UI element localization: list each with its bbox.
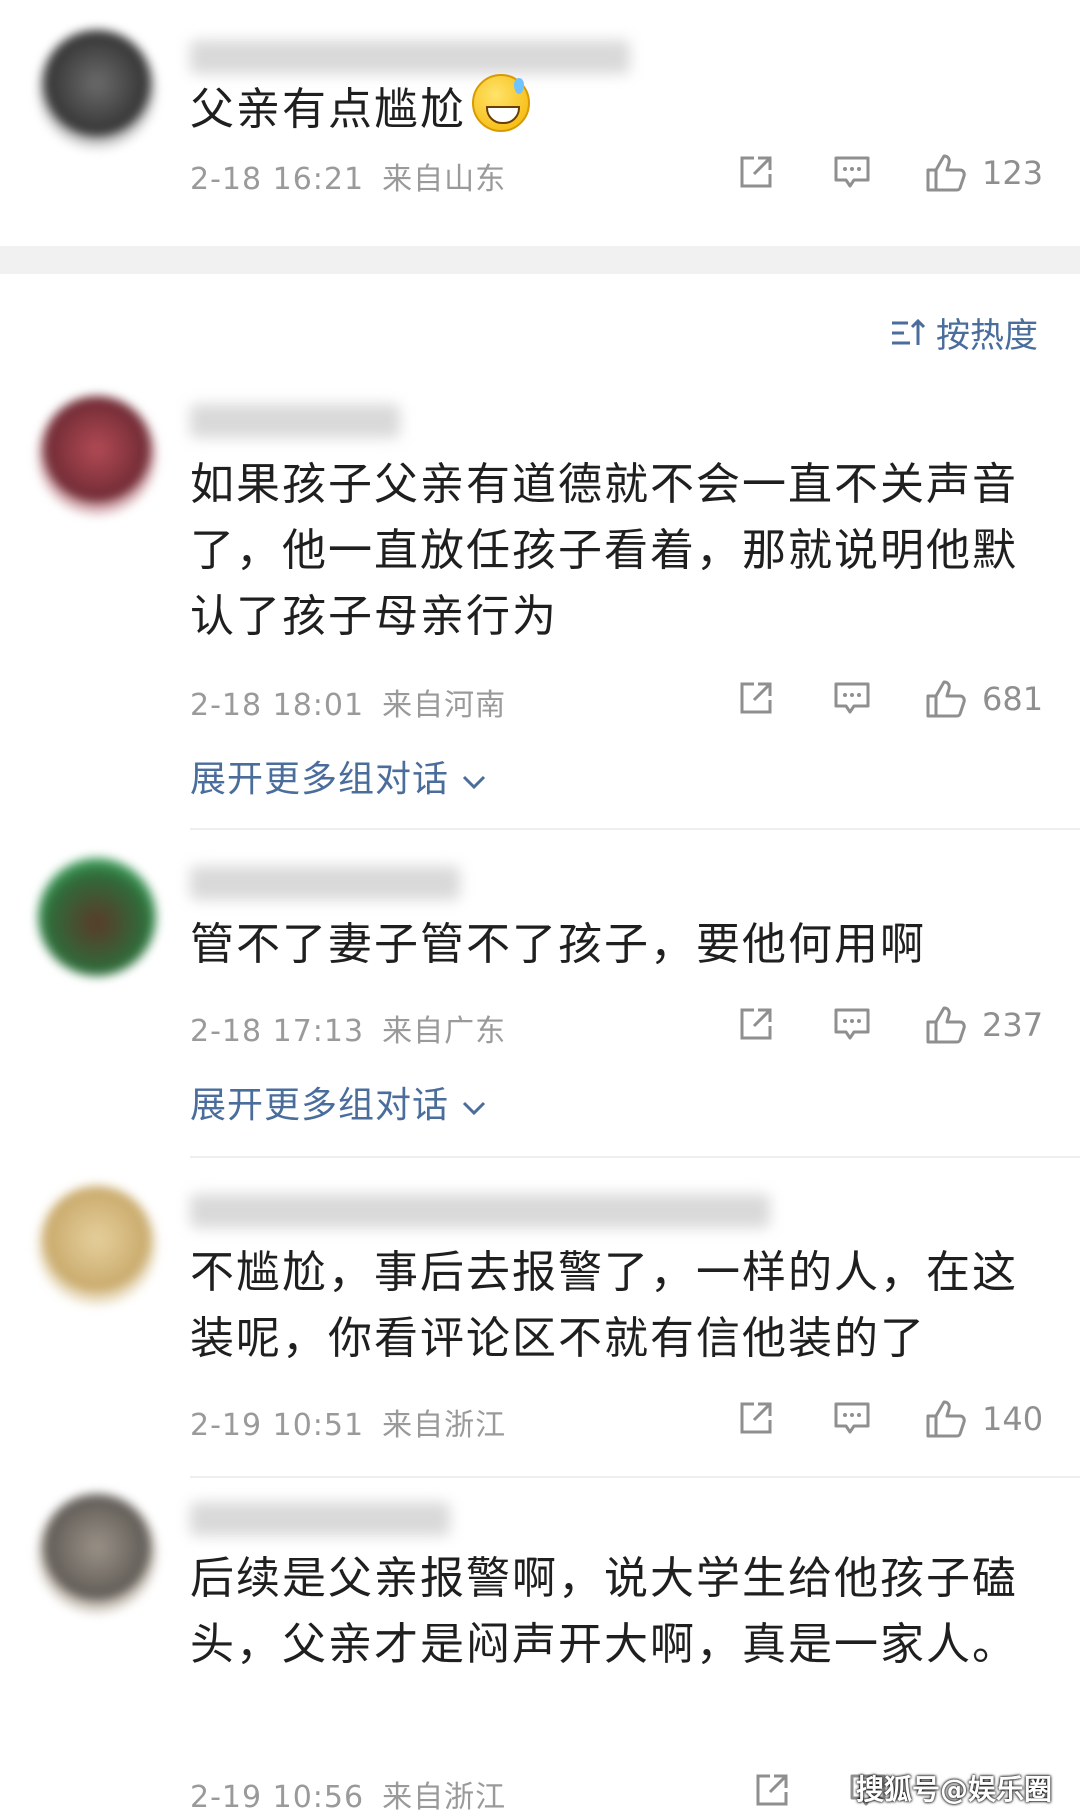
comment-text: 父亲有点尴尬 [190, 74, 1020, 143]
comment-location: 来自河南 [382, 688, 507, 723]
reply-icon[interactable] [832, 678, 872, 718]
like-icon[interactable] [924, 1396, 968, 1440]
share-icon[interactable] [736, 1398, 776, 1438]
avatar[interactable] [38, 1186, 156, 1304]
comment-location: 来自浙江 [382, 1408, 507, 1443]
comment-text: 如果孩子父亲有道德就不会一直不关声音了，他一直放任孩子看着，那就说明他默认了孩子… [190, 459, 1018, 642]
share-icon[interactable] [736, 678, 776, 718]
chevron-down-icon [461, 759, 487, 800]
comment-time: 2-18 16:21 [190, 162, 365, 197]
like-count: 237 [982, 1006, 1044, 1044]
reply-icon[interactable] [832, 1398, 872, 1438]
reply-icon[interactable] [832, 152, 872, 192]
comment-location: 来自山东 [382, 162, 507, 197]
share-icon[interactable] [752, 1770, 792, 1810]
username-blurred[interactable] [190, 404, 400, 438]
expand-label: 展开更多组对话 [190, 1085, 450, 1126]
comment-meta: 2-18 17:13 来自广东 [190, 1006, 506, 1050]
avatar[interactable] [38, 30, 156, 148]
share-icon[interactable] [736, 152, 776, 192]
comment-text: 管不了妻子管不了孩子，要他何用啊 [190, 919, 926, 970]
like-icon[interactable] [924, 1002, 968, 1046]
comment-meta: 2-18 16:21 来自山东 [190, 154, 506, 198]
avatar[interactable] [38, 396, 156, 514]
comment-meta: 2-19 10:51 来自浙江 [190, 1400, 506, 1444]
sort-icon [892, 318, 926, 345]
sweat-smile-emoji-icon [472, 74, 530, 132]
comment-divider [190, 1156, 1080, 1158]
comment-text: 后续是父亲报警啊，说大学生给他孩子磕头，父亲才是闷声开大啊，真是一家人。 [190, 1553, 1018, 1670]
like-count: 123 [982, 154, 1044, 192]
comment-location: 来自广东 [382, 1014, 507, 1049]
reply-icon[interactable] [832, 1004, 872, 1044]
comment-time: 2-19 10:51 [190, 1408, 365, 1443]
like-count: 140 [982, 1400, 1044, 1438]
like-count: 681 [982, 680, 1044, 718]
username-blurred[interactable] [190, 1194, 770, 1228]
sort-toggle[interactable]: 按热度 [890, 308, 1038, 357]
avatar[interactable] [38, 1494, 156, 1612]
comment-time: 2-18 18:01 [190, 688, 365, 723]
username-blurred[interactable] [190, 40, 630, 74]
comment-meta: 2-19 10:56 来自浙江 [190, 1772, 506, 1816]
expand-conversations-link[interactable]: 展开更多组对话 [190, 750, 487, 802]
chevron-down-icon [461, 1085, 487, 1126]
comment-meta: 2-18 18:01 来自河南 [190, 680, 506, 724]
comment-time: 2-18 17:13 [190, 1014, 365, 1049]
watermark: 搜狐号@娱乐圈 [855, 1773, 1052, 1806]
section-divider [0, 246, 1080, 274]
sort-label: 按热度 [936, 316, 1038, 356]
comment-text-body: 父亲有点尴尬 [190, 84, 466, 135]
expand-label: 展开更多组对话 [190, 759, 450, 800]
comment-divider [190, 1476, 1080, 1478]
comment-text: 不尴尬，事后去报警了，一样的人，在这装呢，你看评论区不就有信他装的了 [190, 1247, 1018, 1364]
expand-conversations-link[interactable]: 展开更多组对话 [190, 1076, 487, 1128]
username-blurred[interactable] [190, 1502, 450, 1536]
avatar[interactable] [38, 858, 156, 976]
comment-divider [190, 828, 1080, 830]
like-icon[interactable] [924, 676, 968, 720]
like-icon[interactable] [924, 150, 968, 194]
comment-location: 来自浙江 [382, 1780, 507, 1815]
share-icon[interactable] [736, 1004, 776, 1044]
comment-time: 2-19 10:56 [190, 1780, 365, 1815]
username-blurred[interactable] [190, 866, 460, 900]
